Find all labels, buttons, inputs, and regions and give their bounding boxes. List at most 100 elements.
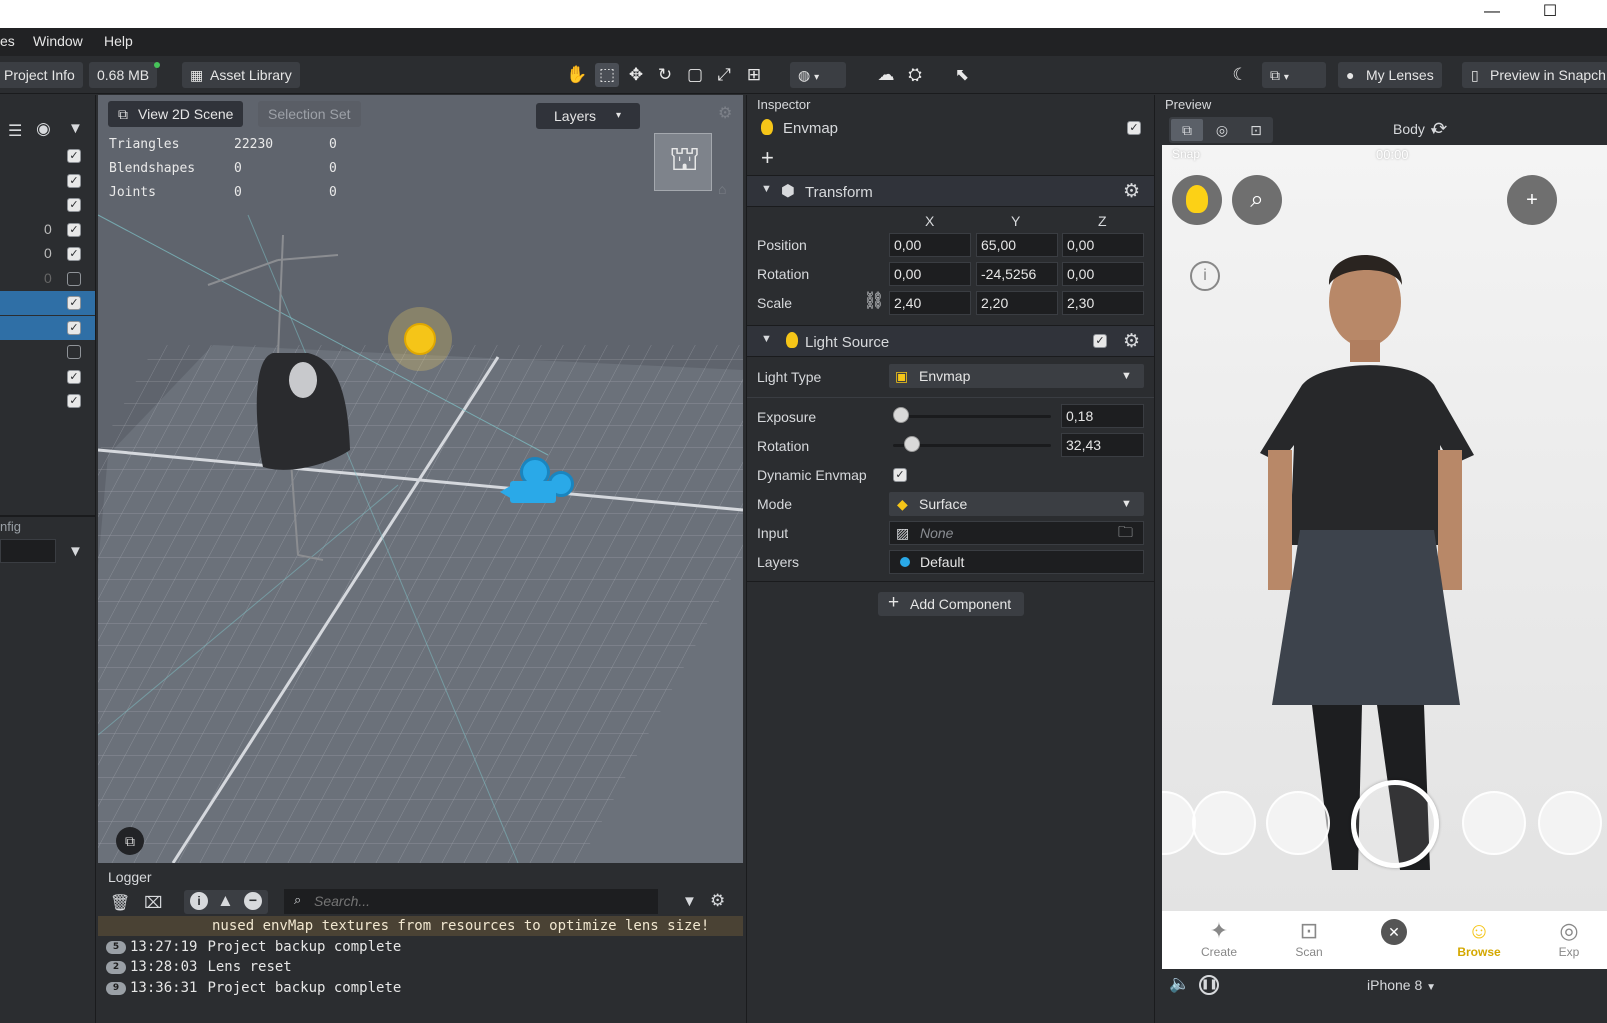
moon-icon[interactable]: ☾ bbox=[1228, 63, 1252, 87]
scene-viewport[interactable]: ⧉ View 2D Scene Selection Set Layers ▾ ⛫… bbox=[98, 95, 743, 863]
view-2d-scene-button[interactable]: ⧉ View 2D Scene bbox=[108, 101, 244, 127]
hierarchy-visibility-checkbox[interactable]: ✓ bbox=[67, 296, 81, 310]
object-name[interactable]: Envmap bbox=[783, 120, 838, 137]
trash-icon[interactable]: 🗑 bbox=[110, 893, 130, 913]
hand-tool-icon[interactable]: ✋ bbox=[565, 63, 589, 87]
transform-header[interactable]: ▼ ⬢ Transform ⚙ bbox=[747, 175, 1154, 207]
pointer-select-icon[interactable]: ⬉ bbox=[950, 63, 974, 87]
layers-dropdown[interactable]: Layers ▾ bbox=[536, 103, 640, 129]
rect-tool-icon[interactable]: ⤢ bbox=[712, 63, 736, 87]
preview-in-snapchat-button[interactable]: ▯ Preview in Snapch bbox=[1462, 62, 1607, 88]
refresh-icon[interactable]: ⟳ bbox=[1433, 119, 1447, 139]
rotation-z-input[interactable]: 0,00 bbox=[1062, 262, 1144, 286]
layers-field[interactable]: Default bbox=[889, 550, 1144, 574]
menu-item-help[interactable]: Help bbox=[104, 33, 133, 49]
logger-search-input[interactable] bbox=[314, 891, 644, 911]
light-type-dropdown[interactable]: ▣ Envmap ▼ bbox=[889, 364, 1144, 388]
lens-carousel-item[interactable] bbox=[1462, 791, 1526, 855]
position-y-input[interactable]: 65,00 bbox=[976, 233, 1058, 257]
rotation-slider-thumb[interactable] bbox=[904, 436, 920, 452]
lens-carousel-item[interactable] bbox=[1538, 791, 1602, 855]
object-icon[interactable]: ⛭ bbox=[903, 63, 927, 87]
nav-create[interactable]: ✦ Create bbox=[1184, 917, 1254, 959]
menu-item-window[interactable]: Window bbox=[33, 33, 83, 49]
clear-on-reset-icon[interactable]: ⌧ bbox=[144, 893, 162, 913]
gear-icon[interactable]: ⚙ bbox=[1123, 180, 1140, 203]
eye-icon[interactable]: ◉ bbox=[36, 119, 51, 139]
pause-icon[interactable]: ❚❚ bbox=[1199, 975, 1219, 995]
nav-close[interactable]: ✕ bbox=[1359, 917, 1429, 945]
mode-dropdown[interactable]: ◆ Surface ▼ bbox=[889, 492, 1144, 516]
device-preview-icon[interactable]: ⧉ bbox=[1171, 119, 1203, 141]
nav-scan[interactable]: ⊡ Scan bbox=[1274, 917, 1344, 959]
scale-tool-icon[interactable]: ▢ bbox=[683, 63, 707, 87]
config-search-input[interactable] bbox=[0, 539, 56, 563]
filter-icon[interactable]: ▼ bbox=[682, 893, 697, 910]
device-dropdown[interactable]: iPhone 8 ▼ bbox=[1367, 977, 1436, 993]
exposure-input[interactable]: 0,18 bbox=[1061, 404, 1144, 428]
position-z-input[interactable]: 0,00 bbox=[1062, 233, 1144, 257]
gear-icon[interactable]: ⚙ bbox=[1123, 330, 1140, 353]
move-tool-icon[interactable]: ✥ bbox=[624, 63, 648, 87]
rotation-y-input[interactable]: -24,5256 bbox=[976, 262, 1058, 286]
menu-item-partial[interactable]: es bbox=[0, 33, 15, 49]
light-enabled-checkbox[interactable]: ✓ bbox=[1093, 334, 1107, 348]
hierarchy-visibility-checkbox[interactable]: ✓ bbox=[67, 394, 81, 408]
physics-icon[interactable]: ☁ bbox=[874, 63, 898, 87]
lens-carousel-item[interactable] bbox=[1266, 791, 1330, 855]
add-icon[interactable]: + bbox=[761, 145, 774, 171]
object-enabled-checkbox[interactable]: ✓ bbox=[1127, 121, 1141, 135]
filter-icon[interactable]: ▼ bbox=[68, 120, 83, 137]
error-icon[interactable]: − bbox=[244, 892, 262, 910]
tracking-dropdown[interactable]: Body ▼ bbox=[1393, 121, 1439, 137]
hierarchy-visibility-checkbox[interactable]: ✓ bbox=[67, 320, 81, 335]
hierarchy-visibility-checkbox[interactable]: ✓ bbox=[67, 198, 81, 212]
hierarchy-visibility-checkbox[interactable]: ✓ bbox=[67, 222, 81, 237]
view-cube[interactable]: ⛫ bbox=[654, 133, 712, 191]
scale-y-input[interactable]: 2,20 bbox=[976, 291, 1058, 315]
camera-icon[interactable] bbox=[500, 457, 580, 509]
hierarchy-visibility-checkbox[interactable]: ✓ bbox=[67, 247, 81, 261]
add-component-button[interactable]: + Add Component bbox=[878, 592, 1024, 616]
dynamic-envmap-checkbox[interactable]: ✓ bbox=[893, 468, 907, 482]
asset-library-button[interactable]: ▦ Asset Library bbox=[182, 62, 300, 88]
select-tool-icon[interactable]: ⬚ bbox=[595, 63, 619, 87]
hierarchy-visibility-checkbox[interactable]: ✓ bbox=[67, 173, 81, 188]
maximize-button[interactable]: ☐ bbox=[1538, 2, 1562, 24]
gear-icon[interactable]: ⚙ bbox=[710, 891, 725, 911]
logger-search-field[interactable]: ⌕ bbox=[284, 889, 658, 914]
scale-z-input[interactable]: 2,30 bbox=[1062, 291, 1144, 315]
rotate-tool-icon[interactable]: ↻ bbox=[653, 63, 677, 87]
hierarchy-visibility-checkbox[interactable]: ✓ bbox=[67, 369, 81, 384]
hierarchy-visibility-checkbox[interactable] bbox=[67, 271, 81, 286]
layout-toggle-icon[interactable]: ⧉ bbox=[116, 827, 144, 855]
envmap-rotation-input[interactable]: 32,43 bbox=[1061, 433, 1144, 457]
nav-browse[interactable]: ☺ Browse bbox=[1444, 917, 1514, 959]
exposure-slider-thumb[interactable] bbox=[893, 407, 909, 423]
snap-tool-icon[interactable]: ⊞ bbox=[742, 63, 766, 87]
my-lenses-button[interactable]: ● My Lenses bbox=[1338, 62, 1442, 88]
input-texture-field[interactable]: ▨ None 🗀 bbox=[889, 521, 1144, 545]
minimize-button[interactable]: — bbox=[1480, 2, 1504, 24]
hierarchy-visibility-checkbox[interactable] bbox=[67, 345, 81, 359]
lens-carousel-item[interactable] bbox=[1192, 791, 1256, 855]
exposure-slider-track[interactable] bbox=[893, 415, 1051, 418]
nav-explore[interactable]: ◎ Exp bbox=[1534, 917, 1604, 959]
gear-icon[interactable]: ⚙ bbox=[718, 103, 732, 123]
speaker-icon[interactable]: 🔈 bbox=[1169, 974, 1190, 994]
project-info-button[interactable]: Project Info bbox=[0, 62, 83, 88]
preview-mode-dropdown[interactable]: ⧉ ▾ bbox=[1262, 62, 1326, 88]
info-icon[interactable]: i bbox=[190, 892, 208, 910]
home-icon[interactable]: ⌂ bbox=[718, 181, 726, 197]
hierarchy-visibility-checkbox[interactable]: ✓ bbox=[67, 149, 81, 163]
selection-set-button[interactable]: Selection Set bbox=[258, 101, 361, 127]
phone-preview-screen[interactable]: Snap 00:00 ⌕ + i bbox=[1162, 145, 1607, 911]
sun-light-icon[interactable] bbox=[404, 323, 436, 355]
folder-icon[interactable]: 🗀 bbox=[1118, 522, 1133, 544]
world-space-dropdown[interactable]: ◍ ▾ bbox=[790, 62, 846, 88]
interactive-preview-icon[interactable]: ◎ bbox=[1207, 119, 1237, 141]
light-source-header[interactable]: ▼ Light Source ✓ ⚙ bbox=[747, 325, 1154, 357]
rotation-x-input[interactable]: 0,00 bbox=[889, 262, 971, 286]
scale-x-input[interactable]: 2,40 bbox=[889, 291, 971, 315]
position-x-input[interactable]: 0,00 bbox=[889, 233, 971, 257]
